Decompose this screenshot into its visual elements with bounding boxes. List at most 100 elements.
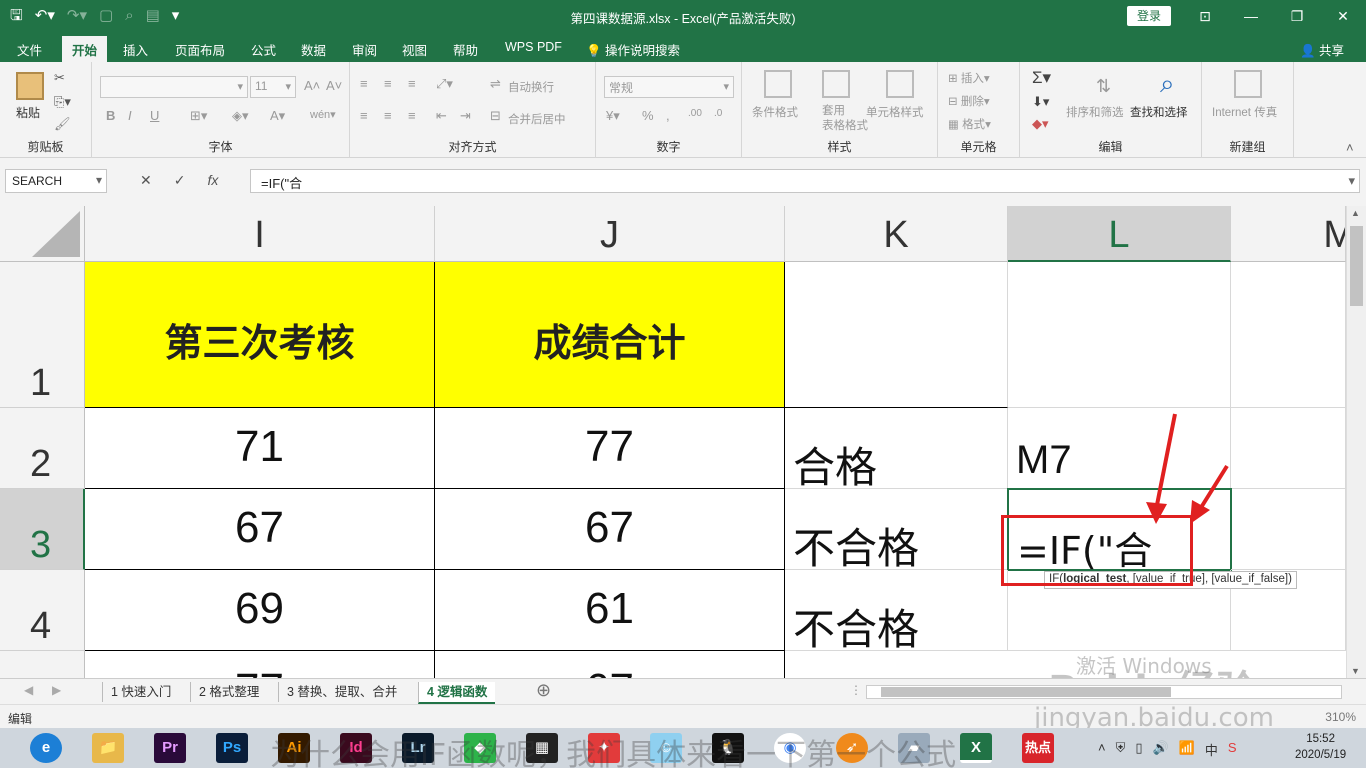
cell-i1[interactable]: 第三次考核 [85, 262, 435, 408]
sheet-tab-2[interactable]: 2 格式整理 [190, 682, 267, 702]
internet-fax-label[interactable]: Internet 传真 [1212, 104, 1277, 120]
cell-k2[interactable]: 合格 [785, 408, 1008, 492]
autosum-icon[interactable]: Σ▾ [1032, 68, 1051, 88]
h-scroll-thumb[interactable] [881, 687, 1171, 697]
cell-styles-icon[interactable] [886, 70, 914, 98]
cell-j4[interactable]: 61 [435, 570, 785, 651]
ime-indicator[interactable]: 中 [1205, 740, 1218, 759]
insert-cells-button[interactable]: ⊞ 插入▾ [948, 70, 990, 86]
align-left-icon[interactable]: ≡ [360, 108, 368, 123]
new-file-icon[interactable]: ▢ [99, 6, 113, 26]
column-header-k[interactable]: K [785, 206, 1008, 262]
row-header-5[interactable] [0, 651, 85, 678]
tab-wps-pdf[interactable]: WPS PDF [505, 40, 562, 54]
prev-sheet-icon[interactable]: ◀ [24, 683, 33, 697]
borders-icon[interactable]: ⊞▾ [190, 108, 207, 124]
scroll-thumb[interactable] [1350, 226, 1363, 306]
minimize-button[interactable]: — [1228, 0, 1274, 32]
tab-file[interactable]: 文件 [17, 40, 42, 59]
decrease-decimal-icon[interactable]: .0 [714, 108, 722, 119]
tab-insert[interactable]: 插入 [123, 40, 148, 59]
underline-button[interactable]: U [150, 108, 159, 123]
volume-icon[interactable]: 🔊 [1153, 740, 1169, 759]
percent-icon[interactable]: % [642, 108, 654, 123]
close-button[interactable]: ✕ [1320, 0, 1366, 32]
sheet-tab-1[interactable]: 1 快速入门 [102, 682, 179, 702]
cut-icon[interactable]: ✂ [54, 70, 65, 86]
ribbon-display-options-icon[interactable]: ⊡ [1182, 0, 1228, 32]
phonetic-icon[interactable]: wén▾ [310, 108, 336, 121]
cell-j2[interactable]: 77 [435, 408, 785, 489]
photoshop-icon[interactable]: Ps [216, 733, 248, 763]
tray-expand-icon[interactable]: ˄ [1098, 740, 1106, 759]
format-painter-icon[interactable]: 🖌 [54, 116, 71, 132]
file-explorer-icon[interactable]: 📁 [92, 733, 124, 763]
shrink-font-icon[interactable]: A˅ [326, 78, 342, 93]
tab-page-layout[interactable]: 页面布局 [175, 40, 225, 59]
find-select-icon[interactable]: ⌕ [1160, 68, 1175, 100]
scroll-down-icon[interactable]: ▼ [1351, 666, 1360, 676]
restore-button[interactable]: ❐ [1274, 0, 1320, 32]
tab-formulas[interactable]: 公式 [251, 40, 276, 59]
align-middle-icon[interactable]: ≡ [384, 76, 392, 91]
sheet-tab-4[interactable]: 4 逻辑函数 [418, 682, 496, 704]
cell-i2[interactable]: 71 [85, 408, 435, 489]
align-center-icon[interactable]: ≡ [384, 108, 392, 123]
decrease-indent-icon[interactable]: ⇤ [436, 108, 447, 124]
cell-j1[interactable]: 成绩合计 [435, 262, 785, 408]
clock[interactable]: 15:52 2020/5/19 [1295, 731, 1346, 763]
cell-m3[interactable] [1231, 489, 1346, 570]
row-header-2[interactable]: 2 [0, 408, 85, 489]
column-header-i[interactable]: I [85, 206, 435, 262]
cell-j3[interactable]: 67 [435, 489, 785, 570]
cell-i4[interactable]: 69 [85, 570, 435, 651]
tab-review[interactable]: 审阅 [352, 40, 377, 59]
tab-home[interactable]: 开始 [62, 36, 108, 62]
cell-styles-label[interactable]: 单元格样式 [866, 104, 924, 120]
tab-split-icon[interactable]: ⋮ [850, 683, 862, 697]
align-top-icon[interactable]: ≡ [360, 76, 368, 91]
name-box[interactable]: SEARCH [5, 169, 107, 193]
horizontal-scrollbar[interactable] [866, 685, 1342, 699]
orientation-icon[interactable]: ⤢▾ [436, 76, 453, 92]
tab-data[interactable]: 数据 [301, 40, 326, 59]
paste-label[interactable]: 粘贴 [16, 104, 40, 121]
cancel-icon[interactable]: ✕ [140, 172, 152, 189]
security-icon[interactable]: ⛨ [1116, 740, 1126, 759]
save-icon[interactable]: 🖫 [10, 6, 23, 26]
fill-icon[interactable]: ⬇▾ [1032, 94, 1049, 110]
number-format-combo[interactable]: 常规 [604, 76, 734, 98]
increase-decimal-icon[interactable]: .00 [688, 108, 702, 119]
cell-m1[interactable] [1231, 262, 1346, 408]
column-header-j[interactable]: J [435, 206, 785, 262]
row-header-1[interactable]: 1 [0, 262, 85, 408]
next-sheet-icon[interactable]: ▶ [52, 683, 61, 697]
wrap-text-label[interactable]: 自动换行 [508, 79, 554, 95]
tab-view[interactable]: 视图 [402, 40, 427, 59]
delete-cells-button[interactable]: ⊟ 删除▾ [948, 93, 990, 109]
zoom-level[interactable]: 310% [1325, 710, 1356, 724]
paste-icon[interactable] [16, 72, 44, 100]
merge-center-label[interactable]: 合并后居中 [508, 111, 566, 127]
fax-icon[interactable] [1234, 70, 1262, 98]
tab-help[interactable]: 帮助 [453, 40, 478, 59]
browser-360-icon[interactable]: e [30, 733, 62, 763]
scroll-up-icon[interactable]: ▲ [1351, 208, 1360, 218]
customize-qat-icon[interactable]: ▾ [172, 6, 180, 26]
wrap-text-icon[interactable]: ⇌ [490, 76, 501, 92]
tell-me-search[interactable]: 💡 操作说明搜索 [586, 40, 680, 59]
add-sheet-icon[interactable]: ⊕ [536, 680, 551, 701]
align-bottom-icon[interactable]: ≡ [408, 76, 416, 91]
find-select-label[interactable]: 查找和选择 [1130, 104, 1188, 120]
share-button[interactable]: 👤 共享 [1300, 40, 1344, 59]
font-size-combo[interactable]: 11 [250, 76, 296, 98]
format-as-table-label[interactable]: 套用 表格格式 [822, 104, 868, 134]
conditional-format-icon[interactable] [764, 70, 792, 98]
merge-center-icon[interactable]: ⊟ [490, 108, 501, 124]
collapse-ribbon-icon[interactable]: ˄ [1346, 140, 1354, 155]
vertical-scrollbar[interactable]: ▲ ▼ [1346, 206, 1366, 678]
format-cells-button[interactable]: ▦ 格式▾ [948, 116, 991, 132]
bold-button[interactable]: B [106, 108, 115, 123]
formula-input[interactable]: =IF("合 [250, 169, 1360, 193]
battery-icon[interactable]: ▯ [1135, 740, 1142, 759]
